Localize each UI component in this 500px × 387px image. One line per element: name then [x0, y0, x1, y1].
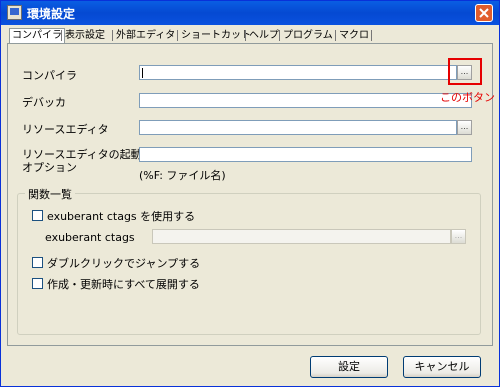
- tab-help[interactable]: ヘルプ: [249, 29, 279, 43]
- resource-editor-label: リソースエディタ: [22, 123, 109, 136]
- tab-separator: [371, 30, 372, 41]
- ok-button[interactable]: 設定: [310, 356, 388, 378]
- settings-dialog: 環境設定 コンパイラ 表示設定 外部エディタ ショートカット ヘルプ プログラム…: [0, 0, 500, 387]
- annotation-text: このボタン: [440, 91, 495, 104]
- tab-separator: [177, 30, 178, 41]
- tab-display-settings[interactable]: 表示設定: [65, 29, 105, 43]
- tab-separator: [279, 30, 280, 41]
- tab-separator: [335, 30, 336, 41]
- window-title: 環境設定: [27, 7, 76, 21]
- double-click-jump-checkbox[interactable]: [32, 257, 43, 268]
- tab-separator: [61, 30, 62, 41]
- window-icon: [7, 5, 22, 20]
- resource-editor-input[interactable]: [139, 120, 457, 135]
- compiler-input[interactable]: [139, 65, 457, 80]
- close-button[interactable]: [475, 4, 493, 22]
- ctags-path-label: exuberant ctags: [45, 231, 135, 244]
- tab-shortcut[interactable]: ショートカット: [181, 29, 251, 43]
- cancel-button[interactable]: キャンセル: [403, 356, 481, 378]
- resource-editor-options-label-2: オプション: [22, 161, 77, 174]
- tab-separator: [245, 30, 246, 41]
- close-icon: [479, 8, 489, 18]
- tab-program[interactable]: プログラム: [283, 29, 333, 43]
- function-list-title: 関数一覧: [25, 186, 75, 202]
- use-ctags-label[interactable]: exuberant ctags を使用する: [47, 208, 195, 224]
- expand-all-label[interactable]: 作成・更新時にすべて展開する: [47, 276, 200, 292]
- resource-editor-options-hint: (%F: ファイル名): [139, 169, 226, 182]
- ctags-path-browse-button[interactable]: ...: [451, 229, 466, 244]
- title-bar: 環境設定: [1, 1, 499, 25]
- use-ctags-checkbox[interactable]: [32, 210, 43, 221]
- tab-external-editor[interactable]: 外部エディタ: [116, 29, 175, 43]
- expand-all-checkbox[interactable]: [32, 278, 43, 289]
- tab-separator: [112, 30, 113, 41]
- debugger-input[interactable]: [139, 93, 472, 108]
- annotation-highlight-box: [448, 58, 482, 85]
- resource-editor-browse-button[interactable]: ...: [457, 120, 472, 135]
- text-caret: [142, 68, 143, 78]
- tab-macro[interactable]: マクロ: [339, 29, 369, 43]
- compiler-label: コンパイラ: [22, 69, 77, 82]
- double-click-jump-label[interactable]: ダブルクリックでジャンプする: [47, 255, 200, 271]
- resource-editor-options-input[interactable]: [139, 147, 472, 162]
- tab-compiler[interactable]: コンパイラ: [9, 28, 65, 44]
- debugger-label: デバッカ: [22, 96, 66, 109]
- ctags-path-input[interactable]: [152, 229, 451, 244]
